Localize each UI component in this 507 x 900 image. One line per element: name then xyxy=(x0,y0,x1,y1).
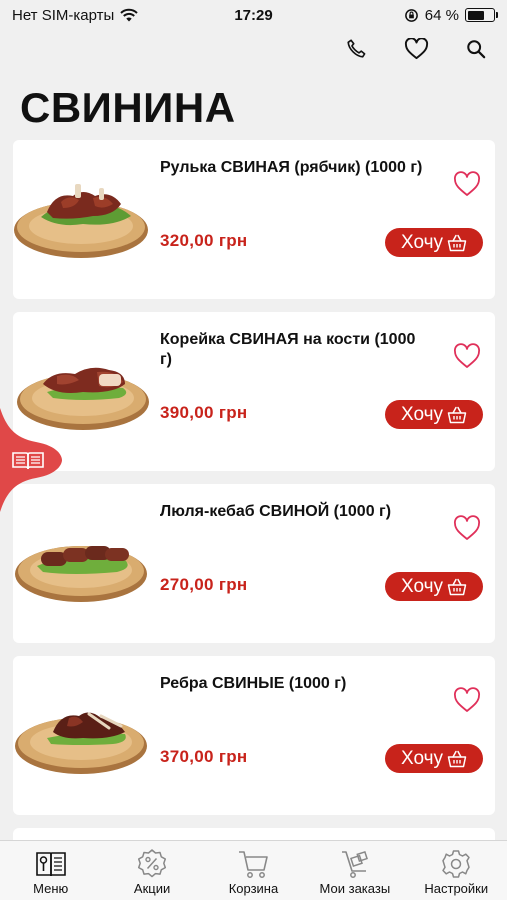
nav-orders[interactable]: Мои заказы xyxy=(304,841,405,900)
product-image xyxy=(14,184,148,258)
status-left: Нет SIM-карты xyxy=(12,7,138,24)
wifi-icon xyxy=(120,8,138,22)
discount-icon xyxy=(138,849,167,878)
bottom-nav: Меню Акции Корзина Мои заказы Настройки xyxy=(0,840,507,900)
favorite-heart-icon[interactable] xyxy=(453,515,481,541)
favorite-heart-icon[interactable] xyxy=(453,171,481,197)
want-button-label: Хочу xyxy=(400,747,443,769)
nav-label: Акции xyxy=(133,881,171,896)
basket-icon xyxy=(447,234,467,251)
nav-promotions[interactable]: Акции xyxy=(102,841,203,900)
nav-label: Настройки xyxy=(424,881,489,896)
orders-icon xyxy=(341,850,368,878)
product-card[interactable]: Рулька СВИНАЯ (рябчик) (1000 г) 320,00 г… xyxy=(13,140,495,299)
want-button[interactable]: Хочу xyxy=(385,744,483,773)
status-bar: Нет SIM-карты 17:29 64 % xyxy=(0,0,507,30)
search-icon[interactable] xyxy=(463,36,489,62)
product-price: 320,00 грн xyxy=(160,231,248,250)
nav-label: Меню xyxy=(33,881,69,896)
nav-menu[interactable]: Меню xyxy=(0,841,101,900)
nav-label: Корзина xyxy=(228,881,279,896)
basket-icon xyxy=(447,406,467,423)
basket-icon xyxy=(447,750,467,767)
want-button[interactable]: Хочу xyxy=(385,400,483,429)
carrier-text: Нет SIM-карты xyxy=(12,6,115,24)
favorites-heart-icon[interactable] xyxy=(403,36,429,62)
gear-icon xyxy=(442,850,470,878)
product-card[interactable]: Корейка СВИНАЯ на кости (1000 г) 390,00 … xyxy=(13,312,495,471)
product-card[interactable]: Люля-кебаб СВИНОЙ (1000 г) 270,00 грн Хо… xyxy=(13,484,495,643)
product-name: Люля-кебаб СВИНОЙ (1000 г) xyxy=(160,503,392,520)
side-menu-tab[interactable] xyxy=(0,408,64,512)
want-button-label: Хочу xyxy=(400,575,443,597)
product-card[interactable]: Ребра СВИНЫЕ (1000 г) 370,00 грн Хочу xyxy=(13,656,495,815)
want-button[interactable]: Хочу xyxy=(385,228,483,257)
battery-percent: 64 % xyxy=(424,6,459,24)
orientation-lock-icon xyxy=(404,8,418,22)
basket-icon xyxy=(447,578,467,595)
page-title: СВИНИНА xyxy=(20,84,236,131)
product-name: Рулька СВИНАЯ (рябчик) (1000 г) xyxy=(160,159,423,176)
nav-label: Мои заказы xyxy=(319,881,391,896)
favorite-heart-icon[interactable] xyxy=(453,687,481,713)
battery-icon xyxy=(465,8,498,22)
header-actions xyxy=(343,36,489,62)
cart-icon xyxy=(239,851,269,878)
want-button-label: Хочу xyxy=(400,231,443,253)
product-image xyxy=(15,546,147,602)
product-list: Рулька СВИНАЯ (рябчик) (1000 г) 320,00 г… xyxy=(13,140,495,848)
battery-fill xyxy=(467,10,484,20)
product-price: 370,00 грн xyxy=(160,747,248,766)
phone-icon[interactable] xyxy=(343,36,369,62)
product-price: 270,00 грн xyxy=(160,575,248,594)
status-right: 64 % xyxy=(404,6,498,24)
nav-cart[interactable]: Корзина xyxy=(203,841,304,900)
nav-settings[interactable]: Настройки xyxy=(406,841,507,900)
menu-book-icon xyxy=(35,852,66,877)
want-button[interactable]: Хочу xyxy=(385,572,483,601)
product-image xyxy=(15,712,147,774)
product-name: Ребра СВИНЫЕ (1000 г) xyxy=(160,675,347,692)
favorite-heart-icon[interactable] xyxy=(453,343,481,369)
want-button-label: Хочу xyxy=(400,403,443,425)
product-name: Корейка СВИНАЯ на кости (1000 г) xyxy=(160,331,416,368)
product-price: 390,00 грн xyxy=(160,403,248,422)
